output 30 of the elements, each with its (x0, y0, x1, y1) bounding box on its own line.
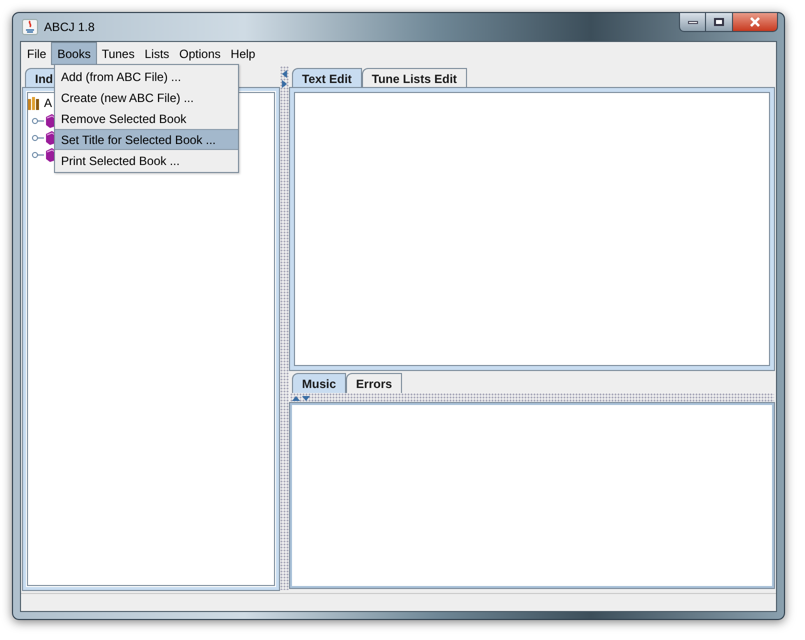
minimize-button[interactable] (679, 12, 706, 32)
menu-option[interactable]: Remove Selected Book (55, 108, 238, 129)
menu-option[interactable]: Set Title for Selected Book ... (55, 129, 238, 150)
arrow-up-icon[interactable] (292, 396, 300, 400)
tree-handle-icon[interactable] (32, 132, 44, 142)
menu-item[interactable]: Help (226, 42, 260, 65)
arrow-left-icon[interactable] (282, 70, 288, 78)
menu-item[interactable]: Tunes (96, 42, 140, 65)
maximize-button[interactable] (706, 12, 732, 32)
tab[interactable]: Text Edit (292, 68, 362, 88)
tree-handle-icon[interactable] (32, 116, 44, 126)
menu-option[interactable]: Create (new ABC File) ... (55, 87, 238, 108)
window-title: ABCJ 1.8 (44, 19, 95, 36)
tree-handle-icon[interactable] (32, 150, 44, 160)
menu-item[interactable]: Options (174, 42, 226, 65)
arrow-right-icon[interactable] (282, 80, 288, 88)
tab[interactable]: Music (292, 373, 346, 393)
tree-item[interactable]: A (44, 94, 52, 112)
tab[interactable]: Tune Lists Edit (362, 68, 467, 88)
books-icon (27, 96, 41, 110)
menu-option[interactable]: Print Selected Book ... (55, 150, 238, 171)
menu-item[interactable]: Books (51, 42, 97, 65)
close-button[interactable] (732, 12, 778, 32)
menu-item[interactable]: File (22, 42, 52, 65)
arrow-down-icon[interactable] (302, 396, 310, 400)
close-icon (749, 17, 761, 27)
java-icon (22, 19, 38, 35)
splitter[interactable] (290, 393, 774, 403)
tab[interactable]: Errors (346, 373, 402, 393)
menu-item[interactable]: Lists (140, 42, 174, 65)
